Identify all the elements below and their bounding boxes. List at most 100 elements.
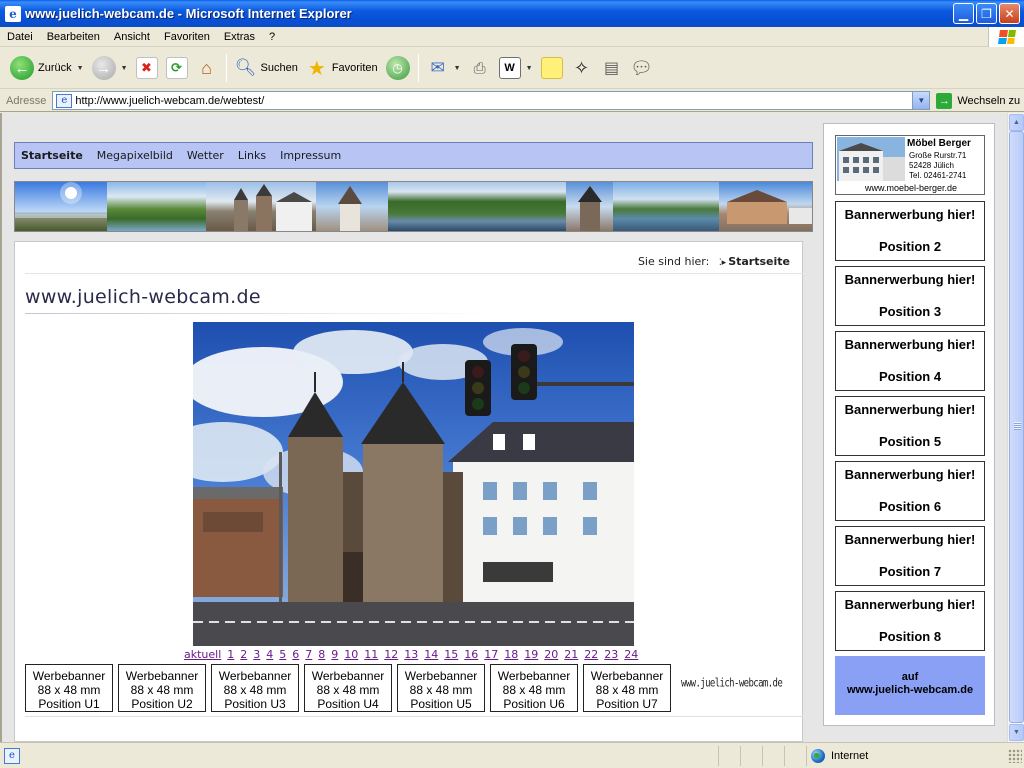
image-link-17[interactable]: 17 [481, 648, 501, 662]
image-link-5[interactable]: 5 [276, 648, 289, 662]
back-button[interactable]: ← Zurück ▼ [6, 51, 88, 85]
sponsor-banner[interactable]: Möbel Berger Große Rurstr.71 52428 Jülic… [835, 135, 985, 195]
breadcrumb-current[interactable]: Startseite [728, 255, 790, 268]
image-link-15[interactable]: 15 [441, 648, 461, 662]
ad-slot-u1[interactable]: Werbebanner 88 x 48 mm Position U1 [25, 664, 113, 712]
nav-links[interactable]: Links [238, 149, 266, 162]
ie-app-icon[interactable]: e [5, 5, 21, 22]
ad-line: Werbebanner [218, 669, 292, 683]
image-link-aktuell[interactable]: aktuell [181, 648, 224, 662]
chevron-down-icon[interactable]: ▼ [77, 65, 84, 72]
vertical-scrollbar[interactable]: ▲ ▼ [1007, 113, 1024, 742]
advertise-here-box[interactable]: auf www.juelich-webcam.de [835, 656, 985, 715]
search-button[interactable]: 🔍︎ Suchen [231, 51, 302, 85]
minimize-button[interactable]: ▁ [953, 3, 974, 24]
menu-datei[interactable]: Datei [0, 31, 40, 43]
stop-button[interactable]: ✖ [132, 51, 162, 85]
menu-bearbeiten[interactable]: Bearbeiten [40, 31, 107, 43]
ad-slot-u3[interactable]: Werbebanner 88 x 48 mm Position U3 [211, 664, 299, 712]
ad-line: Werbebanner [311, 669, 385, 683]
address-field[interactable]: e http://www.juelich-webcam.de/webtest/ … [52, 91, 931, 110]
ad-slot-u7[interactable]: Werbebanner 88 x 48 mm Position U7 [583, 664, 671, 712]
image-link-6[interactable]: 6 [289, 648, 302, 662]
image-link-12[interactable]: 12 [381, 648, 401, 662]
image-link-9[interactable]: 9 [328, 648, 341, 662]
image-link-14[interactable]: 14 [421, 648, 441, 662]
side-ad-position: Position 4 [878, 369, 942, 384]
image-link-4[interactable]: 4 [263, 648, 276, 662]
image-link-7[interactable]: 7 [302, 648, 315, 662]
ad-slot-u6[interactable]: Werbebanner 88 x 48 mm Position U6 [490, 664, 578, 712]
image-link-13[interactable]: 13 [401, 648, 421, 662]
favorites-label: Favoriten [331, 62, 378, 74]
image-link-1[interactable]: 1 [224, 648, 237, 662]
image-link-3[interactable]: 3 [250, 648, 263, 662]
nav-impressum[interactable]: Impressum [280, 149, 341, 162]
menu-favoriten[interactable]: Favoriten [157, 31, 217, 43]
url-text[interactable]: http://www.juelich-webcam.de/webtest/ [75, 95, 912, 107]
webcam-photo[interactable] [193, 322, 634, 646]
footer-divider [25, 716, 803, 717]
image-link-19[interactable]: 19 [521, 648, 541, 662]
side-ad-position: Position 5 [878, 434, 942, 449]
forward-button[interactable]: → ▼ [88, 51, 132, 85]
image-link-21[interactable]: 21 [561, 648, 581, 662]
sponsor-photo [837, 137, 905, 181]
image-link-8[interactable]: 8 [315, 648, 328, 662]
image-link-18[interactable]: 18 [501, 648, 521, 662]
security-zone[interactable]: Internet [806, 745, 1008, 766]
ad-slot-u4[interactable]: Werbebanner 88 x 48 mm Position U4 [304, 664, 392, 712]
chevron-down-icon[interactable]: ▼ [526, 65, 533, 72]
chevron-down-icon[interactable]: ▼ [121, 65, 128, 72]
side-ad-position-2[interactable]: Bannerwerbung hier! Position 2 [835, 201, 985, 261]
go-button[interactable]: → Wechseln zu [936, 92, 1021, 109]
history-button[interactable]: ◷ [382, 51, 414, 85]
refresh-button[interactable]: ⟳ [162, 51, 192, 85]
side-ad-text: Bannerwerbung hier! [844, 207, 976, 222]
side-ad-position-7[interactable]: Bannerwerbung hier! Position 7 [835, 526, 985, 586]
chevron-down-icon[interactable]: ▼ [454, 65, 461, 72]
maximize-button[interactable]: ❐ [976, 3, 997, 24]
side-ad-position-4[interactable]: Bannerwerbung hier! Position 4 [835, 331, 985, 391]
side-ad-position-5[interactable]: Bannerwerbung hier! Position 5 [835, 396, 985, 456]
ad-slot-u2[interactable]: Werbebanner 88 x 48 mm Position U2 [118, 664, 206, 712]
side-ad-position-6[interactable]: Bannerwerbung hier! Position 6 [835, 461, 985, 521]
nav-wetter[interactable]: Wetter [187, 149, 224, 162]
address-dropdown-button[interactable]: ▼ [912, 92, 930, 109]
notes-button[interactable] [537, 51, 567, 85]
discuss-button[interactable]: 💬︎ [627, 51, 657, 85]
go-label: Wechseln zu [957, 94, 1021, 107]
close-button[interactable]: ✕ [999, 3, 1020, 24]
image-link-2[interactable]: 2 [237, 648, 250, 662]
messenger-button[interactable]: ✧ [567, 51, 597, 85]
favorites-button[interactable]: ★ Favoriten [302, 51, 382, 85]
image-link-20[interactable]: 20 [541, 648, 561, 662]
resize-grip-icon[interactable] [1008, 748, 1022, 763]
side-ad-position-8[interactable]: Bannerwerbung hier! Position 8 [835, 591, 985, 651]
print-button[interactable]: ⎙ [465, 51, 495, 85]
mail-button[interactable]: ✉ ▼ [423, 51, 465, 85]
footer-brand-logo: www.juelich-webcam.de [681, 677, 783, 691]
image-link-11[interactable]: 11 [361, 648, 381, 662]
home-button[interactable]: ⌂ [192, 51, 222, 85]
menu-ansicht[interactable]: Ansicht [107, 31, 157, 43]
ad-slot-u5[interactable]: Werbebanner 88 x 48 mm Position U5 [397, 664, 485, 712]
research-button[interactable]: ▤ [597, 51, 627, 85]
status-cell [718, 745, 740, 766]
nav-megapixelbild[interactable]: Megapixelbild [97, 149, 173, 162]
nav-startseite[interactable]: Startseite [21, 149, 83, 162]
scroll-down-button[interactable]: ▼ [1009, 724, 1024, 741]
image-link-10[interactable]: 10 [341, 648, 361, 662]
menu-extras[interactable]: Extras [217, 31, 262, 43]
side-ad-position-3[interactable]: Bannerwerbung hier! Position 3 [835, 266, 985, 326]
ad-line: 88 x 48 mm [409, 683, 473, 697]
menu-help[interactable]: ? [262, 31, 282, 43]
image-link-23[interactable]: 23 [601, 648, 621, 662]
image-link-22[interactable]: 22 [581, 648, 601, 662]
image-link-16[interactable]: 16 [461, 648, 481, 662]
edit-button[interactable]: W ▼ [495, 51, 537, 85]
scroll-thumb[interactable] [1009, 131, 1024, 723]
image-link-24[interactable]: 24 [621, 648, 641, 662]
address-bar: Adresse e http://www.juelich-webcam.de/w… [0, 90, 1024, 112]
scroll-up-button[interactable]: ▲ [1009, 114, 1024, 131]
